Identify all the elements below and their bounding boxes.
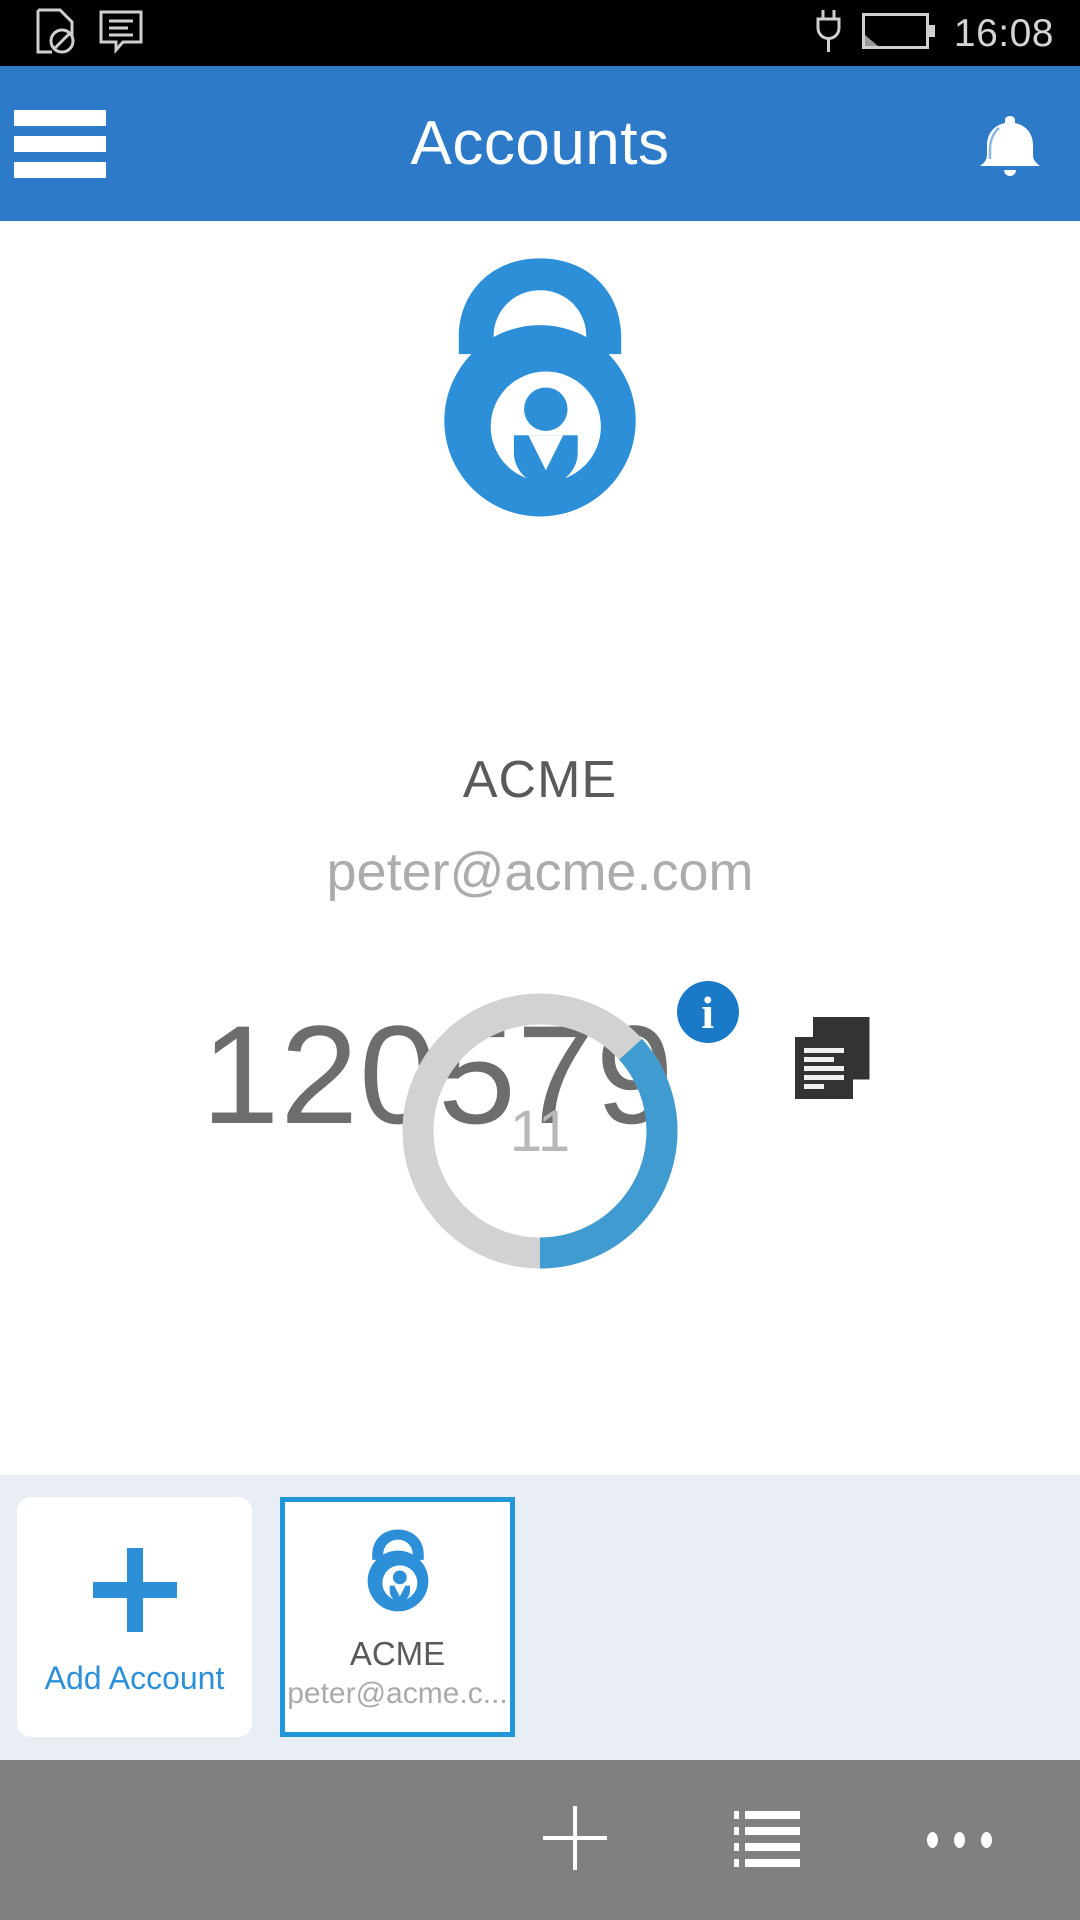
phone-screen: 16:08 Accounts ACME peter@acme.com 12057…	[0, 0, 1080, 1920]
status-bar-left-icons	[34, 8, 144, 59]
dot	[926, 1832, 938, 1848]
status-bar-clock: 16:08	[953, 11, 1054, 55]
list-icon	[734, 1807, 800, 1874]
add-account-label: Add Account	[44, 1659, 225, 1696]
app-bar: Accounts	[0, 66, 1080, 221]
countdown-ring-wrapper: 11	[0, 981, 1080, 1281]
nav-add-button[interactable]	[538, 1803, 612, 1877]
plus-icon	[83, 1538, 187, 1642]
battery-icon	[861, 12, 936, 54]
account-detail-panel: ACME peter@acme.com 120579 i 11	[0, 221, 1080, 1475]
page-title: Accounts	[410, 109, 670, 178]
bottom-nav-items	[538, 1760, 1080, 1920]
account-email: peter@acme.com	[326, 842, 754, 902]
status-bar: 16:08	[0, 0, 1080, 66]
plus-icon	[541, 1804, 609, 1877]
charging-plug-icon	[814, 8, 844, 59]
padlock-user-logo	[352, 1524, 444, 1621]
countdown-ring: 11	[390, 981, 690, 1281]
bottom-nav-bar	[0, 1760, 1080, 1920]
nav-more-button[interactable]	[922, 1803, 996, 1877]
account-tiles: Add Account ACME peter@acme.c...	[0, 1475, 1080, 1737]
add-account-tile[interactable]: Add Account	[17, 1497, 252, 1737]
dot	[980, 1832, 992, 1848]
countdown-seconds: 11	[509, 1098, 571, 1164]
message-icon	[98, 8, 144, 59]
account-tile-email: peter@acme.c...	[287, 1676, 508, 1710]
account-name: ACME	[462, 751, 618, 809]
account-tile-name: ACME	[349, 1634, 446, 1672]
padlock-user-logo	[395, 241, 685, 536]
account-logo-wrapper	[0, 241, 1080, 536]
nav-list-button[interactable]	[730, 1803, 804, 1877]
status-bar-right: 16:08	[814, 0, 1054, 66]
bell-icon[interactable]	[968, 104, 1052, 188]
dot	[953, 1832, 965, 1848]
account-tile-acme[interactable]: ACME peter@acme.c...	[280, 1497, 515, 1737]
more-dots-icon	[926, 1832, 992, 1848]
document-blocked-icon	[34, 8, 76, 59]
accounts-tray: Add Account ACME peter@acme.c...	[0, 1475, 1080, 1760]
